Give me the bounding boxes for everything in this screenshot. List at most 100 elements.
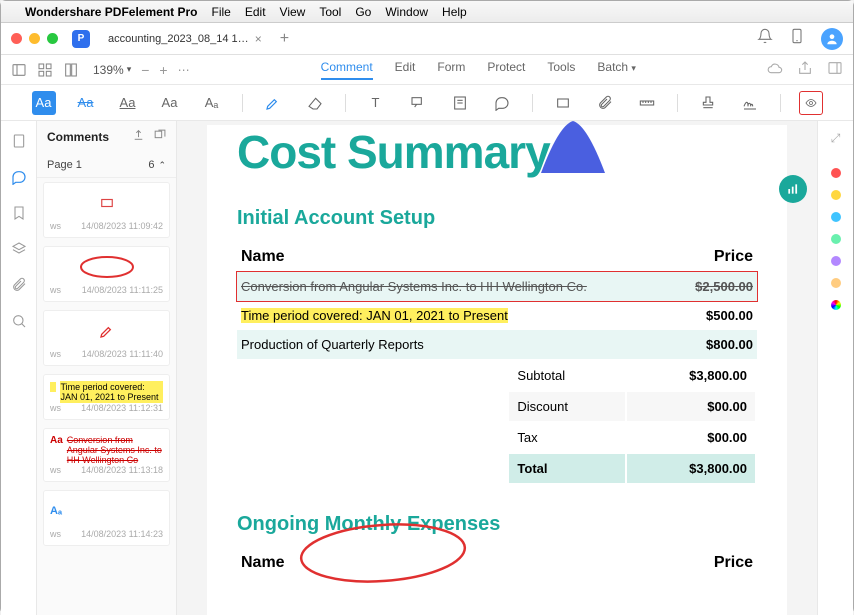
close-tab-icon[interactable]: ×: [255, 32, 262, 46]
comment-item[interactable]: ws14/08/2023 11:09:42: [43, 182, 170, 238]
menu-file[interactable]: File: [212, 5, 231, 19]
thumbnails-icon[interactable]: [11, 133, 27, 149]
page-view-icon[interactable]: [63, 62, 79, 78]
highlight-text-tool[interactable]: Aa: [32, 91, 56, 115]
zoom-value: 139%: [93, 63, 124, 77]
page-label: Page 1: [47, 159, 82, 171]
textbox-tool[interactable]: T: [364, 91, 388, 115]
comment-item[interactable]: Aₐ ws14/08/2023 11:14:23: [43, 490, 170, 546]
callout-tool[interactable]: [406, 91, 430, 115]
app-name[interactable]: Wondershare PDFelement Pro: [25, 5, 198, 19]
comment-bubble-tool[interactable]: [490, 91, 514, 115]
rectangle-annotation-icon: [100, 196, 114, 210]
tab-comment[interactable]: Comment: [321, 60, 373, 80]
user-avatar[interactable]: [821, 28, 843, 50]
menu-go[interactable]: Go: [355, 5, 371, 19]
zoom-in-button[interactable]: +: [159, 62, 167, 78]
comment-item[interactable]: Time period covered: JAN 01, 2021 to Pre…: [43, 374, 170, 420]
tab-form[interactable]: Form: [437, 60, 465, 80]
notifications-icon[interactable]: [757, 28, 773, 49]
minimize-window-button[interactable]: [29, 33, 40, 44]
tab-protect[interactable]: Protect: [487, 60, 525, 80]
window-titlebar: P accounting_2023_08_14 1… × +: [1, 23, 853, 55]
tab-edit[interactable]: Edit: [395, 60, 416, 80]
mobile-icon[interactable]: [789, 28, 805, 49]
color-swatch[interactable]: [831, 168, 841, 178]
maximize-window-button[interactable]: [47, 33, 58, 44]
stamp-tool[interactable]: [696, 91, 720, 115]
panel-right-icon[interactable]: [827, 60, 843, 79]
text-annotation-icon: Aₐ: [50, 505, 62, 517]
comments-panel: Comments Page 1 6 ⌃ ws14/08/2023 11:09:4…: [37, 121, 177, 615]
color-swatch[interactable]: [831, 234, 841, 244]
share-icon[interactable]: [797, 60, 813, 79]
rectangle-tool[interactable]: [551, 91, 575, 115]
underline-tool[interactable]: Aa: [116, 91, 140, 115]
grid-view-icon[interactable]: [37, 62, 53, 78]
menu-help[interactable]: Help: [442, 5, 467, 19]
new-tab-button[interactable]: +: [280, 30, 289, 48]
arrow-annotation: [539, 121, 609, 175]
menu-view[interactable]: View: [280, 5, 306, 19]
strikethrough-swatch-icon: Aa: [50, 435, 63, 446]
tab-batch[interactable]: Batch ▾: [597, 60, 636, 80]
comment-item[interactable]: ws14/08/2023 11:11:40: [43, 310, 170, 366]
window-controls: [11, 33, 58, 44]
page-title: Cost Summary: [237, 125, 757, 179]
export-comments-icon[interactable]: [132, 129, 145, 145]
comments-title: Comments: [47, 130, 109, 144]
measure-tool[interactable]: [635, 91, 659, 115]
document-tabs: accounting_2023_08_14 1… × +: [98, 23, 289, 54]
color-swatch[interactable]: [831, 256, 841, 266]
sidebar-toggle-icon[interactable]: [11, 62, 27, 78]
eraser-tool[interactable]: [303, 91, 327, 115]
collapse-icon[interactable]: ⌃: [158, 160, 166, 171]
pdf-page: Cost Summary Initial Account Setup Name …: [207, 125, 787, 615]
squiggly-tool[interactable]: Aa: [158, 91, 182, 115]
strikethrough-tool[interactable]: Aa: [74, 91, 98, 115]
document-tab[interactable]: accounting_2023_08_14 1… ×: [98, 26, 272, 52]
hide-annotations-tool[interactable]: [799, 91, 823, 115]
menu-edit[interactable]: Edit: [245, 5, 266, 19]
color-picker-icon[interactable]: [831, 300, 841, 310]
expand-panel-icon[interactable]: ⤢: [831, 131, 841, 146]
comment-text: Time period covered: JAN 01, 2021 to Pre…: [60, 381, 164, 403]
bookmarks-icon[interactable]: [11, 205, 27, 221]
tab-tools[interactable]: Tools: [547, 60, 575, 80]
comment-text: Conversion from Angular Systems Inc. to …: [67, 435, 163, 465]
comment-item[interactable]: ws14/08/2023 11:11:25: [43, 246, 170, 302]
caret-tool[interactable]: Aₐ: [200, 91, 224, 115]
open-external-icon[interactable]: [153, 129, 166, 145]
color-swatch[interactable]: [831, 278, 841, 288]
document-viewport[interactable]: Cost Summary Initial Account Setup Name …: [177, 121, 817, 615]
divider: [780, 94, 781, 112]
comment-toolbar: Aa Aa Aa Aa Aₐ T: [1, 85, 853, 121]
layers-icon[interactable]: [11, 241, 27, 257]
attachment-tool[interactable]: [593, 91, 617, 115]
os-menubar: Wondershare PDFelement Pro File Edit Vie…: [1, 1, 853, 23]
note-tool[interactable]: [448, 91, 472, 115]
more-icon[interactable]: ⋯: [178, 63, 190, 77]
menu-window[interactable]: Window: [385, 5, 428, 19]
highlighter-tool[interactable]: [261, 91, 285, 115]
signature-tool[interactable]: [738, 91, 762, 115]
right-sidebar-rail: ⤢: [817, 121, 853, 615]
attachments-panel-icon[interactable]: [11, 277, 27, 293]
ai-assistant-button[interactable]: [779, 175, 807, 203]
close-window-button[interactable]: [11, 33, 22, 44]
comment-item[interactable]: Aa Conversion from Angular Systems Inc. …: [43, 428, 170, 482]
app-icon: P: [72, 30, 90, 48]
table-row: Time period covered: JAN 01, 2021 to Pre…: [237, 301, 757, 330]
pencil-annotation-icon: [99, 323, 115, 339]
color-swatch[interactable]: [831, 190, 841, 200]
color-swatch[interactable]: [831, 212, 841, 222]
comment-count: 6: [148, 159, 154, 171]
search-icon[interactable]: [11, 313, 27, 329]
summary-table: Subtotal$3,800.00 Discount$00.00 Tax$00.…: [507, 359, 757, 485]
cloud-icon[interactable]: [767, 60, 783, 79]
divider: [242, 94, 243, 112]
menu-tool[interactable]: Tool: [319, 5, 341, 19]
zoom-control[interactable]: 139% ▾: [93, 63, 131, 77]
comments-panel-icon[interactable]: [11, 169, 27, 185]
zoom-out-button[interactable]: −: [141, 62, 149, 78]
